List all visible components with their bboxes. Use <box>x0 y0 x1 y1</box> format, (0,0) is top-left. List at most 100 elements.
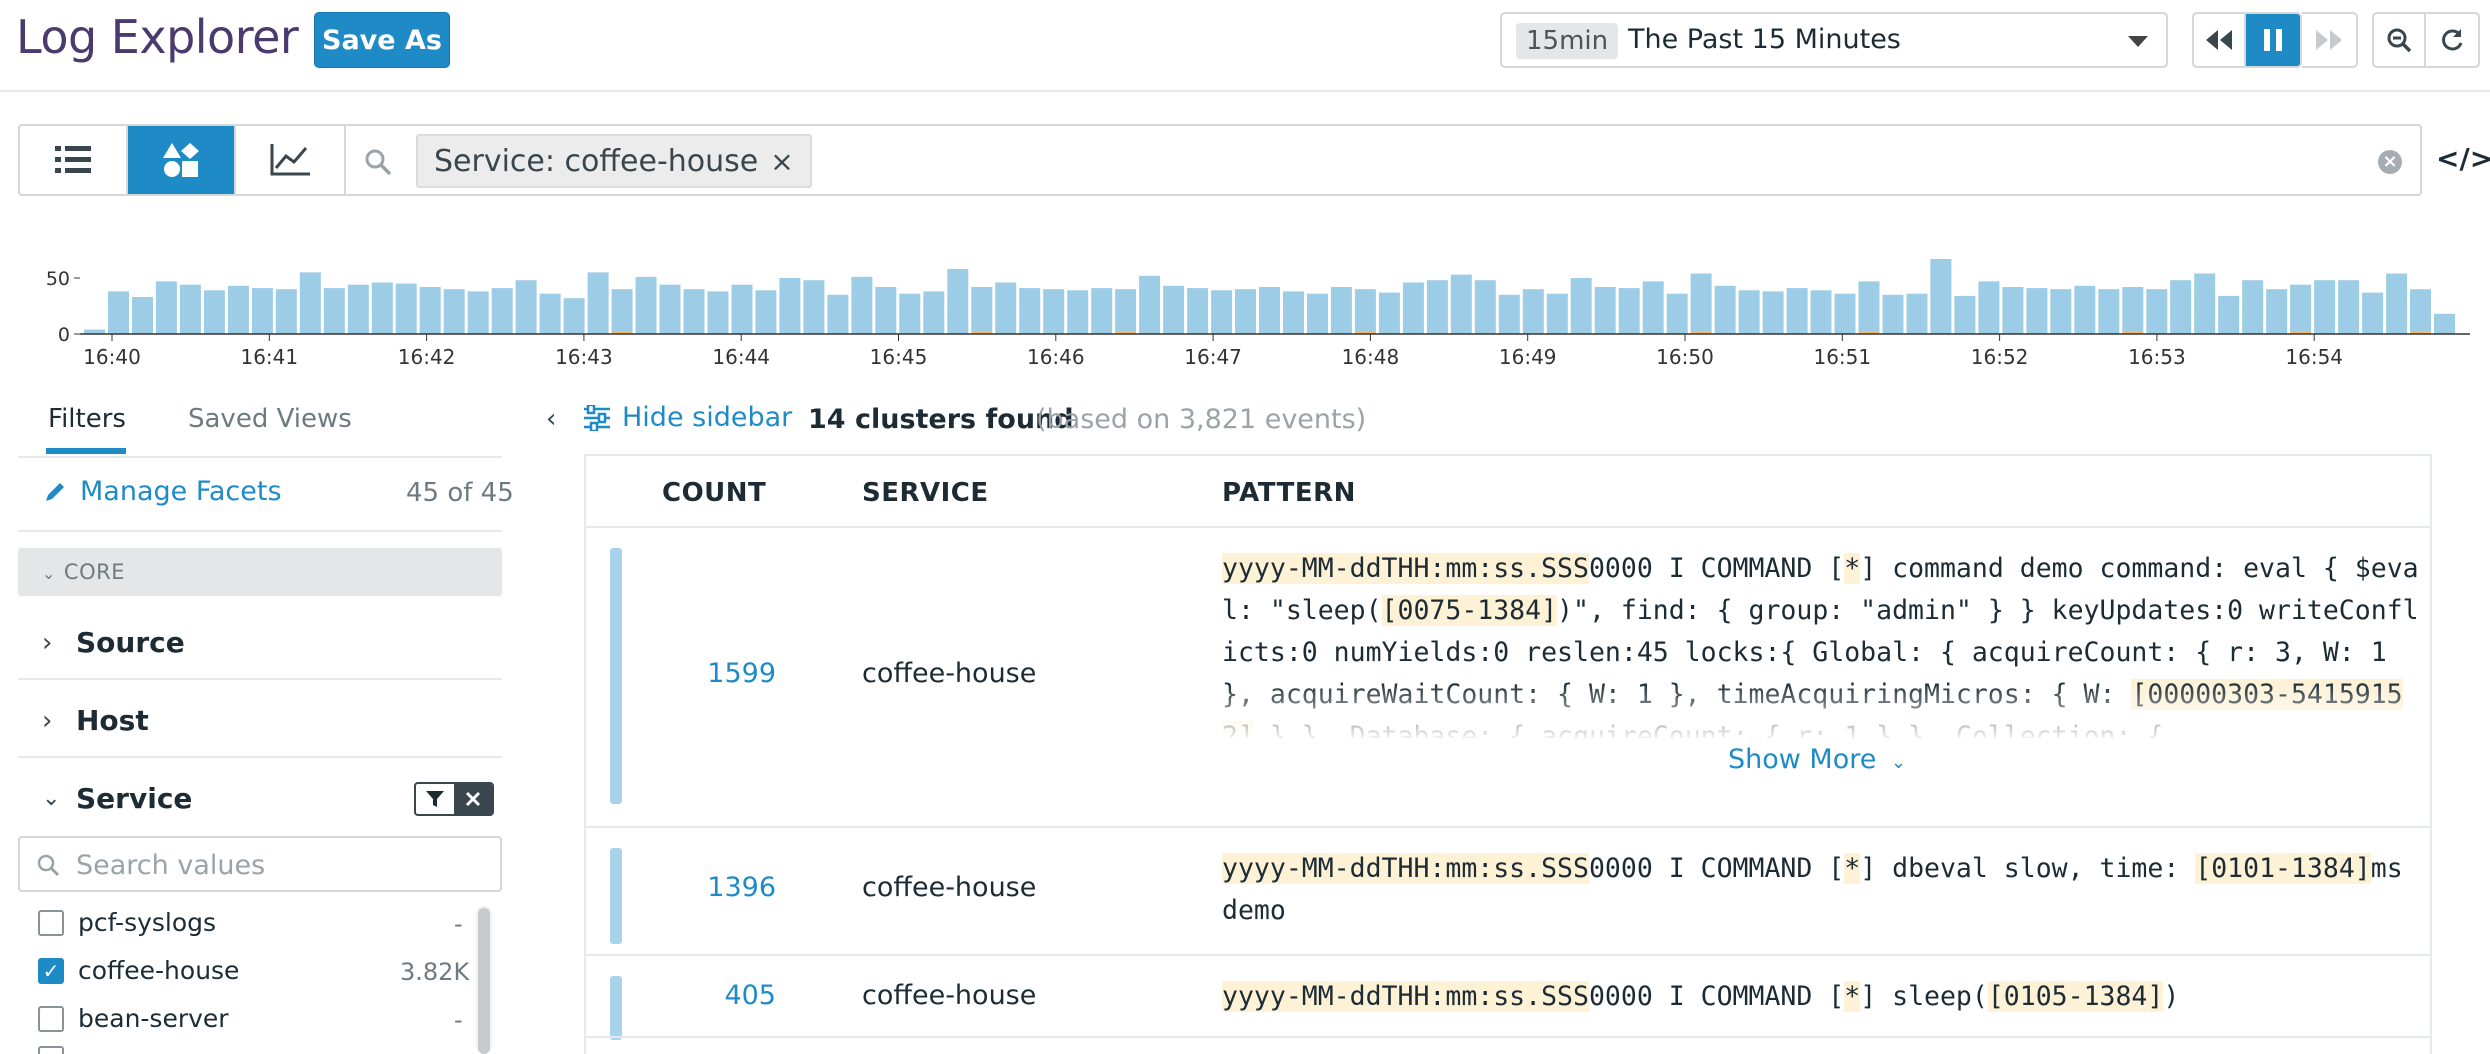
histogram-bar[interactable] <box>467 291 489 334</box>
table-row[interactable]: 405 coffee-house yyyy-MM-ddTHH:mm:ss.SSS… <box>586 954 2430 1040</box>
checkbox-checked[interactable]: ✓ <box>38 957 64 984</box>
histogram-bar[interactable] <box>851 276 873 334</box>
histogram-bar[interactable] <box>227 285 249 334</box>
histogram-bar[interactable] <box>1954 295 1976 334</box>
histogram-bar[interactable] <box>2002 287 2024 334</box>
histogram-bar[interactable] <box>419 287 441 334</box>
histogram-bar[interactable] <box>1666 293 1688 334</box>
histogram-bar[interactable] <box>1067 290 1089 334</box>
histogram-bar[interactable] <box>1091 288 1113 334</box>
column-header-pattern[interactable]: PATTERN <box>1222 478 1356 508</box>
histogram-bar[interactable] <box>275 289 297 334</box>
histogram-bar[interactable] <box>2386 273 2408 335</box>
hide-sidebar-button[interactable]: Hide sidebar <box>584 402 792 433</box>
histogram-bar[interactable] <box>1259 287 1280 334</box>
checkbox[interactable] <box>38 1005 64 1032</box>
histogram-bar[interactable] <box>1642 281 1664 334</box>
histogram-bar[interactable] <box>1211 290 1233 334</box>
table-row[interactable]: 1599 coffee-house yyyy-MM-ddTHH:mm:ss.SS… <box>586 526 2430 826</box>
histogram-bar[interactable] <box>1810 290 1832 334</box>
facet-value-row[interactable]: ✓ coffee-house <box>38 956 239 985</box>
remove-tag-icon[interactable]: × <box>770 145 793 178</box>
histogram-bar[interactable] <box>779 278 801 334</box>
fast-forward-button[interactable] <box>2302 12 2358 68</box>
list-view-button[interactable] <box>20 126 128 194</box>
manage-facets-link[interactable]: Manage Facets <box>44 476 282 507</box>
histogram-bar[interactable] <box>1426 280 1448 334</box>
histogram-bar[interactable] <box>1330 287 1352 334</box>
histogram-bar[interactable] <box>635 276 657 334</box>
histogram-bar[interactable] <box>995 282 1017 335</box>
histogram-bar[interactable] <box>1690 273 1712 335</box>
histogram-bar[interactable] <box>299 272 321 334</box>
histogram-bar[interactable] <box>1570 278 1592 334</box>
facet-value-row[interactable]: bean-server <box>38 1004 229 1033</box>
tab-saved-views[interactable]: Saved Views <box>188 404 352 434</box>
histogram-bar[interactable] <box>515 280 537 334</box>
patterns-view-button[interactable] <box>128 126 236 194</box>
histogram-bar[interactable] <box>1235 289 1256 334</box>
histogram-bar[interactable] <box>611 289 633 334</box>
histogram-bar[interactable] <box>2242 280 2264 334</box>
histogram-bar[interactable] <box>2266 289 2288 334</box>
histogram-bar[interactable] <box>2050 289 2072 334</box>
histogram-bar[interactable] <box>1043 289 1065 334</box>
histogram-bar[interactable] <box>1019 288 1041 334</box>
histogram-bar[interactable] <box>1546 293 1568 334</box>
histogram-bar[interactable] <box>587 272 609 334</box>
histogram-bar[interactable] <box>899 293 921 334</box>
show-more-link[interactable]: Show More ⌄ <box>1728 744 1906 775</box>
search-values-input[interactable]: Search values <box>18 836 502 892</box>
column-header-count[interactable]: COUNT <box>662 478 766 508</box>
histogram-bar[interactable] <box>563 298 585 334</box>
refresh-button[interactable] <box>2426 14 2478 66</box>
histogram-bar[interactable] <box>2026 288 2048 334</box>
histogram-bar[interactable] <box>1978 281 2000 334</box>
histogram-bar[interactable] <box>1618 288 1640 334</box>
histogram-bar[interactable] <box>947 269 969 334</box>
histogram-bar[interactable] <box>1474 280 1496 334</box>
histogram-bar[interactable] <box>395 283 417 334</box>
histogram-bar[interactable] <box>251 288 273 334</box>
histogram-bar[interactable] <box>1307 293 1328 334</box>
histogram-bar[interactable] <box>1930 259 1952 334</box>
histogram-bar[interactable] <box>371 282 393 335</box>
histogram-bar[interactable] <box>1522 289 1544 334</box>
row-count[interactable]: 1396 <box>586 872 776 903</box>
histogram-bar[interactable] <box>2146 289 2168 334</box>
histogram-bar[interactable] <box>2314 280 2336 334</box>
filter-facet-button[interactable] <box>416 784 454 814</box>
histogram-bar[interactable] <box>1402 282 1424 335</box>
row-count[interactable]: 1599 <box>586 658 776 689</box>
log-histogram[interactable]: 50 0 16:40 16:41 16:42 16:43 16:44 16:45 16:46 1… <box>40 246 2470 370</box>
histogram-bar[interactable] <box>1906 293 1928 334</box>
sidebar-scrollbar-thumb[interactable] <box>478 908 490 1054</box>
timeseries-view-button[interactable] <box>236 126 344 194</box>
histogram-bar[interactable] <box>1714 285 1736 334</box>
histogram-bar[interactable] <box>1858 281 1880 334</box>
histogram-bar[interactable] <box>1498 294 1520 334</box>
histogram-bar[interactable] <box>731 284 753 334</box>
histogram-bar[interactable] <box>1115 289 1137 334</box>
histogram-bar[interactable] <box>203 290 225 334</box>
histogram-bar[interactable] <box>443 289 465 334</box>
rewind-button[interactable] <box>2194 14 2246 66</box>
histogram-bar[interactable] <box>155 281 177 334</box>
clear-search-icon[interactable]: × <box>2378 150 2402 174</box>
histogram-bar[interactable] <box>2098 289 2120 334</box>
histogram-bar[interactable] <box>1594 287 1616 334</box>
histogram-bar[interactable] <box>347 284 369 334</box>
zoom-out-button[interactable] <box>2374 14 2426 66</box>
remove-facet-button[interactable] <box>454 784 492 814</box>
column-header-service[interactable]: SERVICE <box>862 478 989 508</box>
table-row[interactable]: 1396 coffee-house yyyy-MM-ddTHH:mm:ss.SS… <box>586 826 2430 954</box>
histogram-bar[interactable] <box>2338 280 2360 334</box>
histogram-bar[interactable] <box>971 287 993 334</box>
histogram-bar[interactable] <box>108 291 129 334</box>
histogram-bar[interactable] <box>1786 288 1808 334</box>
histogram-bar[interactable] <box>1738 290 1760 334</box>
time-range-select[interactable]: 15min The Past 15 Minutes <box>1500 12 2168 68</box>
pause-button[interactable] <box>2246 14 2300 66</box>
histogram-bar[interactable] <box>827 294 849 334</box>
histogram-bar[interactable] <box>491 288 513 334</box>
